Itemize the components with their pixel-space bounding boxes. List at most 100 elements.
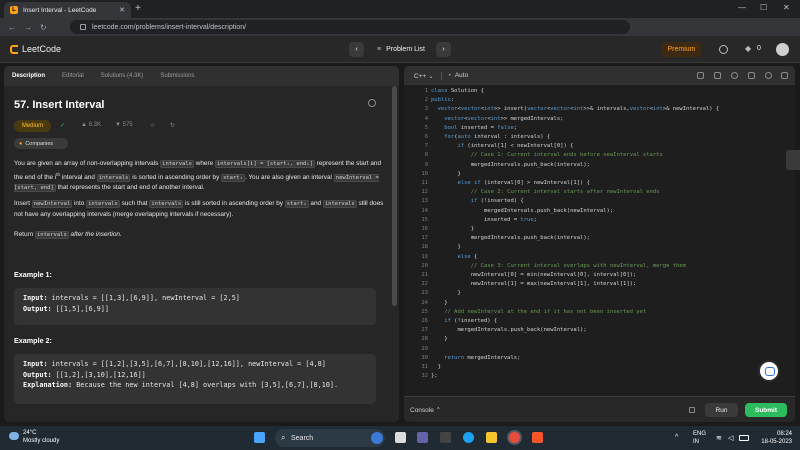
timer-icon[interactable] [719,45,728,54]
brave-icon[interactable] [532,432,543,443]
maximize-icon[interactable]: ☐ [760,3,767,12]
line-number: 19 [421,253,428,260]
braces-icon[interactable] [714,72,721,79]
code-line[interactable]: } [431,363,441,372]
code-line[interactable]: inserted = true; [431,216,537,225]
share-icon[interactable]: ↻ [170,122,175,129]
premium-button[interactable]: Premium [662,42,701,57]
avatar[interactable] [776,43,789,56]
fire-icon[interactable]: ◆ [745,44,751,53]
code-line[interactable]: newInterval[0] = min(newInterval[0], int… [431,271,637,280]
dislike-button[interactable]: ▼ 575 [115,122,133,128]
code-line[interactable]: }; [431,372,438,381]
file-explorer-dark-icon[interactable] [440,432,451,443]
code-line[interactable]: mergedIntervals.push_back(newInterval); [431,326,586,335]
code-line[interactable]: // Case 1: Current interval ends before … [431,151,663,160]
code-line[interactable]: } [431,289,460,298]
code-line[interactable]: else if (interval[0] > newInterval[1]) { [431,179,590,188]
code-line[interactable]: class Solution { [431,87,484,96]
tab-description[interactable]: Description [12,73,45,79]
leetcode-logo-icon [10,44,18,54]
tab-editorial[interactable]: Editorial [62,73,84,79]
windows-start-icon[interactable] [254,432,265,443]
problem-list-button[interactable]: ≡ Problem List [371,42,431,57]
code-line[interactable]: // Case 2: Current interval starts after… [431,188,660,197]
fullscreen-icon[interactable] [748,72,755,79]
close-window-icon[interactable]: ✕ [783,3,790,12]
new-tab-icon[interactable]: + [135,3,141,14]
minimize-icon[interactable]: — [738,3,746,12]
auto-mode[interactable]: Auto [455,72,468,79]
settings-icon[interactable] [765,72,772,79]
code-line[interactable]: } [431,243,460,252]
close-tab-icon[interactable]: ✕ [119,6,125,14]
code-line[interactable]: } [431,170,460,179]
code-line[interactable]: vector<vector<int>> insert(vector<vector… [431,105,720,114]
code-line[interactable]: for(auto interval : intervals) { [431,133,550,142]
code-line[interactable]: vector<vector<int>> mergedIntervals; [431,115,563,124]
code-line[interactable]: public: [431,96,454,105]
task-view-icon[interactable] [395,432,406,443]
submit-button[interactable]: Submit [745,403,787,417]
console-toggle[interactable]: Console ⌃ [410,406,441,414]
prev-problem-button[interactable]: ‹ [349,42,364,57]
chrome-icon[interactable] [509,432,520,443]
reload-icon[interactable]: ↻ [40,23,47,32]
reset-icon[interactable] [731,72,738,79]
info-icon[interactable] [368,99,376,107]
back-icon[interactable]: ← [8,23,16,32]
windows-taskbar: 24°C Mostly cloudy ⌕ Search ^ ENG IN ≋ ◁… [0,426,800,450]
star-icon[interactable]: ☆ [150,122,155,129]
description-scrollbar[interactable] [392,86,397,306]
tab-solutions[interactable]: Solutions (4.3K) [101,73,144,79]
code-line[interactable]: else { [431,253,478,262]
volume-icon[interactable]: ◁ [728,434,733,442]
code-line[interactable]: // Case 3: Current interval overlaps wit… [431,262,686,271]
line-number: 25 [421,308,428,315]
weather-widget[interactable]: 24°C Mostly cloudy [9,429,59,445]
code-line[interactable]: } [431,299,447,308]
teams-icon[interactable] [417,432,428,443]
code-line[interactable]: if (interval[1] < newInterval[0]) { [431,142,574,151]
code-line[interactable]: } [431,225,474,234]
browser-tab[interactable]: L Insert Interval - LeetCode ✕ [4,2,131,18]
code-line[interactable]: // Add newInterval at the end if it has … [431,308,646,317]
code-line[interactable]: newInterval[1] = max(newInterval[1], int… [431,280,637,289]
like-button[interactable]: ▲ 8.3K [81,122,101,128]
url-field[interactable]: leetcode.com/problems/insert-interval/de… [70,20,630,34]
side-panel-tab[interactable] [786,150,800,170]
layout-icon[interactable] [781,72,788,79]
forward-icon[interactable]: → [24,23,32,32]
feedback-chat-button[interactable] [760,362,778,380]
battery-icon[interactable] [739,435,749,441]
companies-tag[interactable]: ● Companies [14,138,68,149]
code-line[interactable]: mergedIntervals.push_back(newInterval); [431,207,613,216]
problem-list-label: Problem List [386,46,425,53]
tab-submissions[interactable]: Submissions [160,73,194,79]
file-explorer-icon[interactable] [486,432,497,443]
taskbar-search[interactable]: ⌕ Search [275,429,385,447]
code-line[interactable]: if (!inserted) { [431,317,497,326]
clock[interactable]: 08:24 18-05-2023 [752,430,792,446]
language-indicator[interactable]: ENG IN [693,430,706,446]
show-hidden-icons[interactable]: ^ [675,434,678,441]
line-number: 15 [421,216,428,223]
code-line[interactable]: } [431,335,447,344]
next-problem-button[interactable]: › [436,42,451,57]
code-line[interactable]: bool inserted = false; [431,124,517,133]
wifi-icon[interactable]: ≋ [716,434,722,442]
address-bar-row: ← → ↻ leetcode.com/problems/insert-inter… [0,18,800,48]
code-editor[interactable]: 1 class Solution {2 public: 3 vector<vector… [404,87,795,403]
line-number: 10 [421,170,428,177]
run-button[interactable]: Run [705,403,738,417]
code-line[interactable]: if (!inserted) { [431,197,524,206]
leetcode-logo[interactable]: LeetCode [10,44,61,54]
line-number: 21 [421,272,428,278]
bookmark-icon[interactable] [697,72,704,79]
language-select[interactable]: C++ ⌄ [414,72,434,80]
code-line[interactable]: mergedIntervals.push_back(interval); [431,234,590,243]
debug-icon[interactable] [689,407,695,413]
code-line[interactable]: return mergedIntervals; [431,354,520,363]
code-line[interactable]: mergedIntervals.push_back(interval); [431,161,590,170]
edge-icon[interactable] [463,432,474,443]
